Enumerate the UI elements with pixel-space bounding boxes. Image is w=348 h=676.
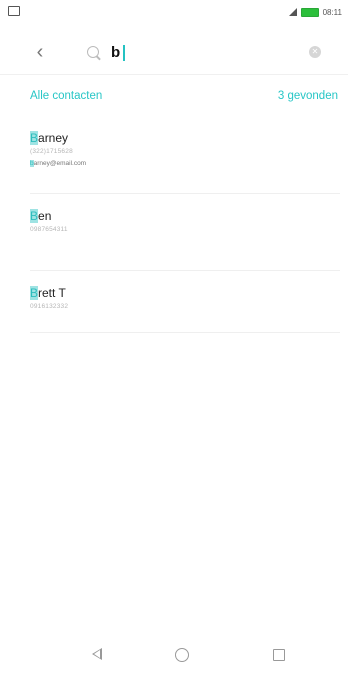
- contact-phone: (322)1715628: [30, 148, 73, 155]
- name-match-highlight: B: [30, 131, 39, 145]
- scope-label[interactable]: Alle contacten: [30, 90, 102, 102]
- contact-item-barney[interactable]: Barney (322)1715628 barney@email.com: [30, 130, 340, 194]
- name-match-highlight: B: [30, 209, 39, 223]
- contact-email: barney@email.com: [30, 158, 340, 170]
- name-match-highlight: B: [30, 286, 39, 300]
- name-rest: arney: [38, 131, 69, 145]
- signal-icon: [288, 8, 297, 16]
- search-box[interactable]: ✕: [75, 37, 335, 67]
- result-count: 3 gevonden: [277, 90, 338, 102]
- divider: [0, 74, 348, 75]
- contact-name: Ben: [30, 208, 340, 224]
- contact-phone: 0916132332: [30, 303, 69, 310]
- search-bar: ‹ ✕: [0, 32, 348, 72]
- chevron-left-icon: ‹: [36, 40, 44, 63]
- clear-search-button[interactable]: ✕: [309, 46, 321, 58]
- search-input[interactable]: [111, 41, 291, 63]
- status-indicators: 08:11: [288, 5, 342, 19]
- contact-phone: 0987654311: [30, 226, 68, 233]
- contact-name: Barney: [30, 130, 340, 146]
- status-time: 08:11: [322, 7, 342, 17]
- system-nav-bar: [0, 632, 348, 676]
- clear-icon: ✕: [311, 47, 319, 56]
- contact-item-ben[interactable]: Ben 0987654311: [30, 208, 340, 271]
- filter-row: Alle contacten 3 gevonden: [30, 90, 338, 108]
- triangle-back-icon[interactable]: [92, 648, 102, 660]
- contact-list: Barney (322)1715628 barney@email.com Ben…: [30, 130, 340, 333]
- text-cursor: [123, 45, 125, 61]
- name-rest: en: [38, 209, 52, 223]
- contact-name: Brett T: [30, 285, 340, 301]
- square-recent-icon[interactable]: [273, 649, 285, 661]
- circle-home-icon[interactable]: [175, 648, 189, 662]
- battery-icon: [300, 7, 319, 17]
- back-button[interactable]: ‹: [30, 40, 50, 64]
- contact-item-brett[interactable]: Brett T 0916132332: [30, 285, 340, 333]
- name-rest: rett T: [38, 286, 66, 300]
- status-bar: 08:11: [0, 0, 348, 24]
- notification-icon: [8, 6, 20, 16]
- search-icon: [87, 46, 99, 58]
- email-rest: arney@email.com: [33, 160, 87, 167]
